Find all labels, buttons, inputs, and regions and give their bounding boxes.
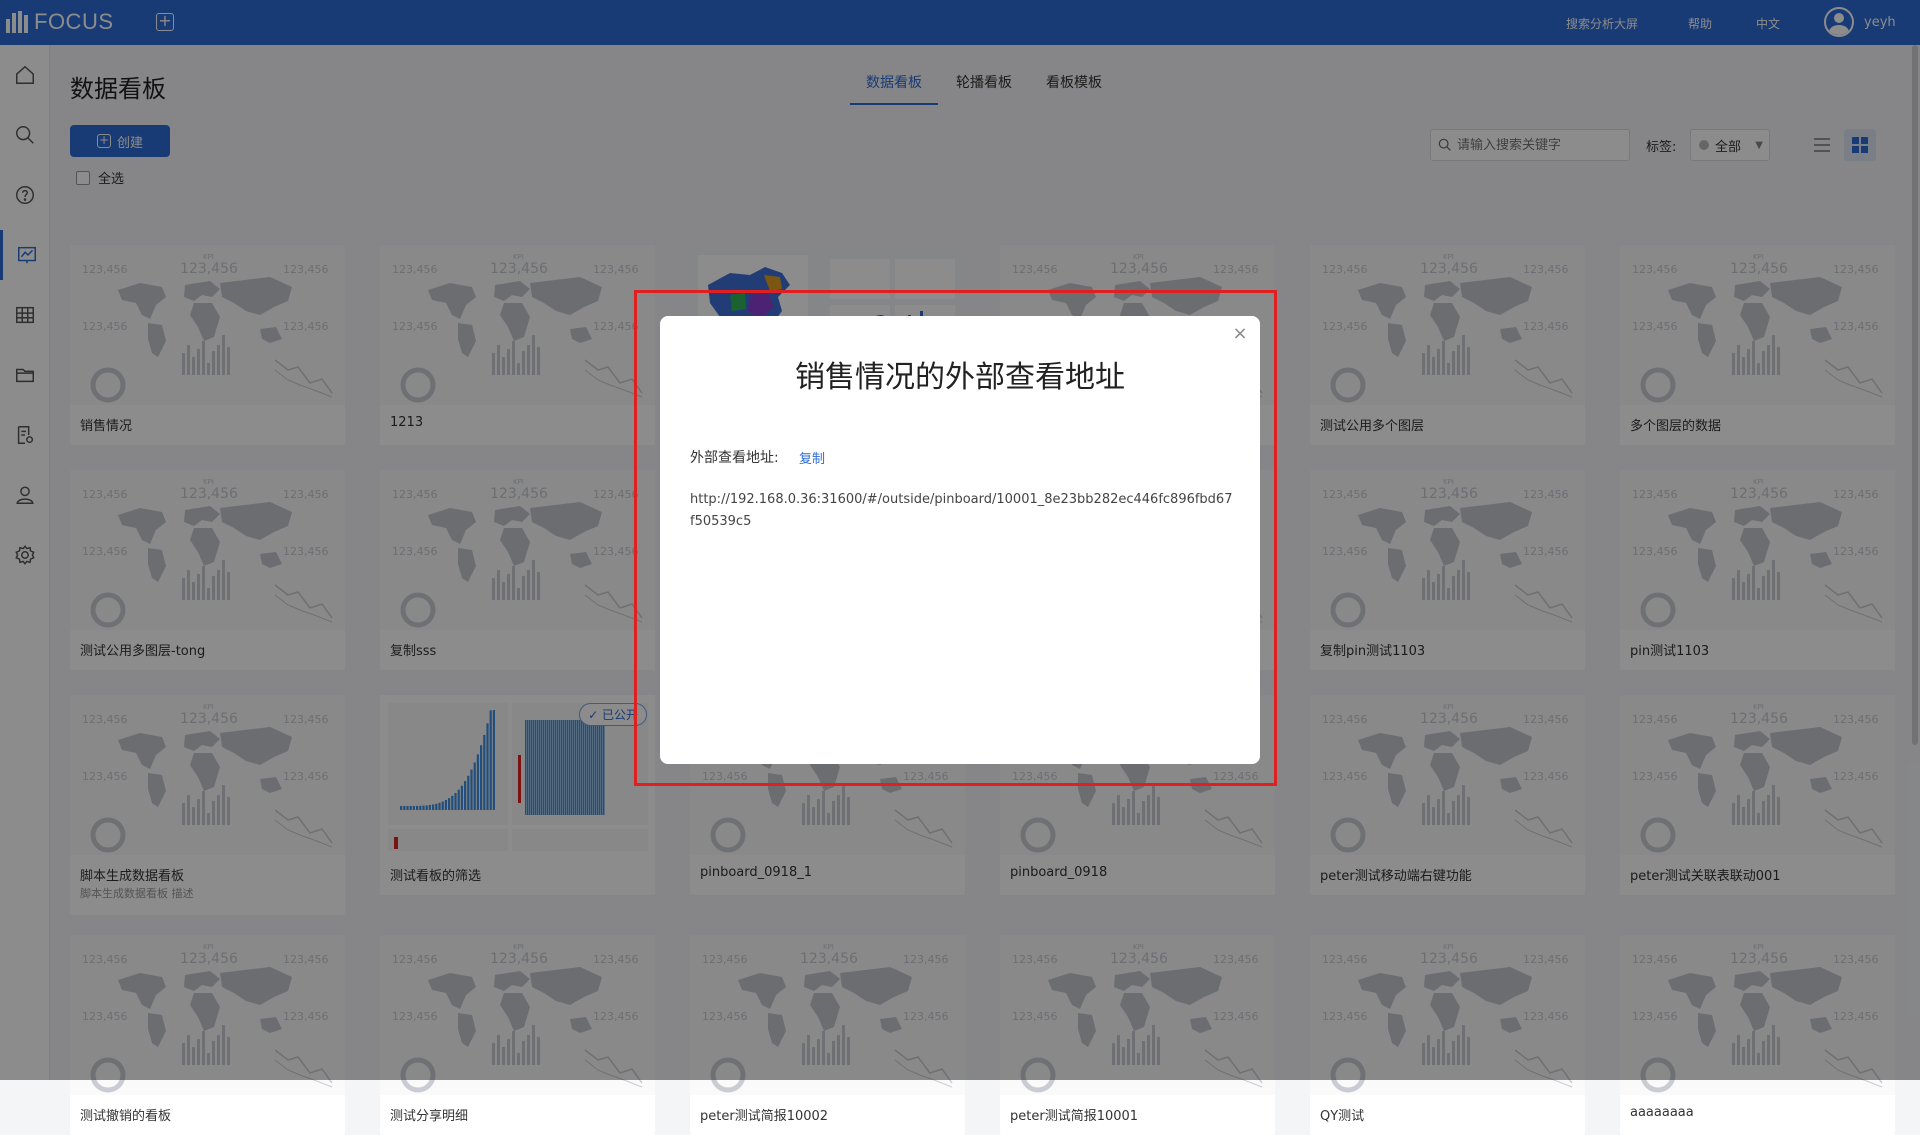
external-url-label: 外部查看地址:: [690, 450, 779, 466]
card-title: peter测试简报10001: [1010, 1109, 1139, 1124]
external-url-text: http://192.168.0.36:31600/#/outside/pinb…: [690, 492, 1233, 529]
card-title: aaaaaaaa: [1630, 1105, 1694, 1120]
card-title: 测试分享明细: [390, 1109, 469, 1124]
external-url-dialog: × 销售情况的外部查看地址 外部查看地址: 复制 http://192.168.…: [660, 316, 1260, 764]
copy-link[interactable]: 复制: [799, 448, 825, 467]
card-title: peter测试简报10002: [700, 1109, 829, 1124]
card-title: QY测试: [1320, 1109, 1365, 1124]
close-icon[interactable]: ×: [1230, 324, 1250, 344]
dialog-title: 销售情况的外部查看地址: [795, 360, 1125, 395]
card-title: 测试撤销的看板: [80, 1109, 172, 1124]
